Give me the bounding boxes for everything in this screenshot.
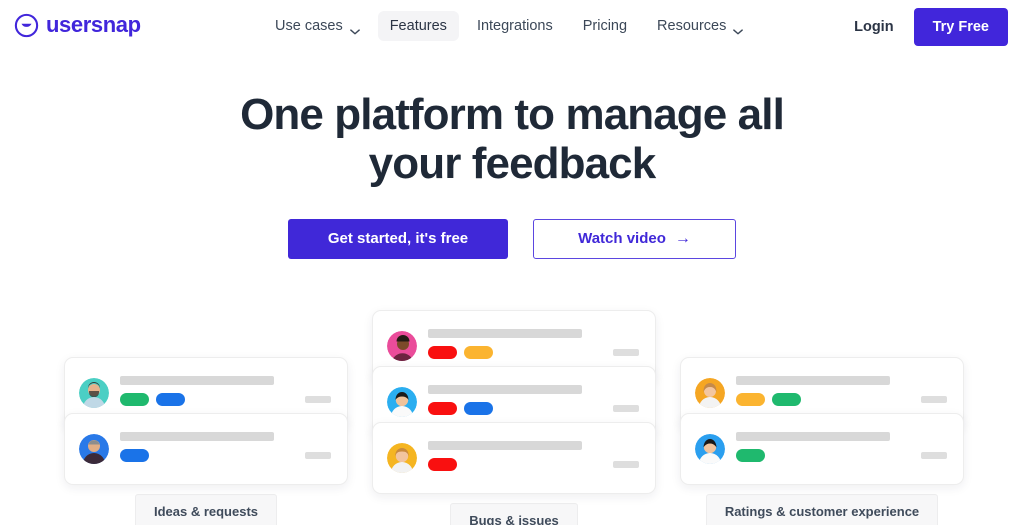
card-stack [680, 357, 964, 485]
tag-pill[interactable] [120, 449, 149, 462]
tag-pills [428, 402, 493, 415]
card-label-ideas[interactable]: Ideas & requests [134, 494, 278, 525]
meta-chip [305, 452, 331, 459]
card-group-bugs: Bugs & issues [372, 310, 656, 525]
card-stack [372, 310, 656, 494]
avatar [79, 378, 109, 408]
title-placeholder-bar [736, 376, 891, 385]
meta-chip [613, 461, 639, 468]
card-label-bugs[interactable]: Bugs & issues [450, 503, 578, 525]
title-placeholder-bar [120, 432, 275, 441]
avatar [79, 434, 109, 464]
avatar [695, 378, 725, 408]
avatar [387, 443, 417, 473]
tag-pills [736, 449, 765, 462]
tag-pill[interactable] [736, 393, 765, 406]
title-placeholder-bar [736, 432, 891, 441]
list-item[interactable] [64, 413, 348, 485]
meta-chip [921, 452, 947, 459]
card-group-ideas: Ideas & requests [64, 357, 348, 525]
tag-pill[interactable] [428, 458, 457, 471]
tag-pill[interactable] [464, 346, 493, 359]
row-body [428, 329, 639, 363]
title-placeholder-bar [120, 376, 275, 385]
tag-pills [736, 393, 801, 406]
tag-pills [428, 458, 457, 471]
row-body [120, 376, 331, 410]
tag-pill[interactable] [464, 402, 493, 415]
row-body [736, 432, 947, 466]
title-placeholder-bar [428, 441, 583, 450]
tag-pill[interactable] [736, 449, 765, 462]
landing-page: usersnap Use cases Features Integrations… [0, 0, 1024, 525]
row-body [120, 432, 331, 466]
title-placeholder-bar [428, 385, 583, 394]
avatar [387, 387, 417, 417]
card-label-ratings[interactable]: Ratings & customer experience [705, 494, 939, 525]
meta-chip [305, 396, 331, 403]
card-group-ratings: Ratings & customer experience [680, 357, 964, 525]
tag-pills [120, 449, 149, 462]
meta-chip [921, 396, 947, 403]
meta-chip [613, 349, 639, 356]
avatar [695, 434, 725, 464]
meta-chip [613, 405, 639, 412]
row-body [428, 441, 639, 475]
row-body [428, 385, 639, 419]
feature-cards: Ideas & requests Bugs & issues Ratings &… [0, 0, 1024, 525]
tag-pill[interactable] [156, 393, 185, 406]
tag-pills [428, 346, 493, 359]
title-placeholder-bar [428, 329, 583, 338]
list-item[interactable] [680, 413, 964, 485]
avatar [387, 331, 417, 361]
tag-pill[interactable] [772, 393, 801, 406]
row-body [736, 376, 947, 410]
tag-pills [120, 393, 185, 406]
card-stack [64, 357, 348, 485]
list-item[interactable] [372, 422, 656, 494]
tag-pill[interactable] [120, 393, 149, 406]
tag-pill[interactable] [428, 402, 457, 415]
tag-pill[interactable] [428, 346, 457, 359]
